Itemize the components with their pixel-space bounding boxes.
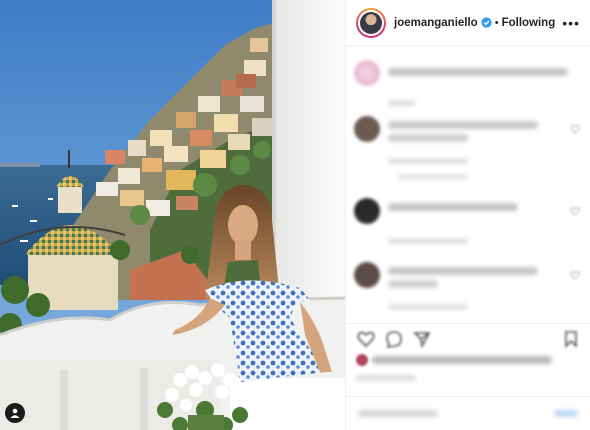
caption-comment [354, 60, 582, 110]
comment-text-blurred [388, 267, 538, 275]
post-header: joemanganiello • Following ••• [346, 0, 590, 46]
comment-like-icon[interactable] [570, 124, 580, 134]
author-username[interactable]: joemanganiello [394, 17, 478, 29]
following-button[interactable]: Following [502, 17, 556, 29]
comment-meta-blurred [388, 158, 468, 164]
user-tag-icon[interactable] [5, 403, 25, 423]
post-photo[interactable] [0, 0, 345, 430]
author-avatar[interactable] [356, 7, 386, 38]
more-options-icon[interactable]: ••• [562, 15, 580, 31]
header-separator: • [494, 16, 499, 29]
add-comment-bar[interactable] [346, 396, 590, 430]
comment-avatar[interactable] [354, 60, 380, 86]
comment-icon[interactable] [384, 329, 404, 349]
heart-icon[interactable] [356, 329, 376, 349]
add-comment-placeholder-blurred[interactable] [358, 410, 438, 417]
share-icon[interactable] [412, 329, 432, 349]
post-side-panel: joemanganiello • Following ••• [345, 0, 590, 430]
post-comment-button-blurred[interactable] [554, 410, 578, 417]
comment-text-blurred [388, 280, 438, 288]
comment-like-icon[interactable] [570, 270, 580, 280]
comment-text-blurred [388, 203, 518, 211]
comment-avatar[interactable] [354, 262, 380, 288]
comment-item [354, 116, 582, 180]
positano-photo [0, 0, 345, 430]
timestamp-blurred [356, 375, 416, 381]
comment-text-blurred [388, 68, 568, 76]
save-icon[interactable] [561, 329, 581, 349]
action-bar [346, 323, 590, 351]
comment-avatar[interactable] [354, 198, 380, 224]
comment-item [354, 262, 582, 326]
person-glyph [10, 408, 20, 418]
comment-meta-blurred [388, 100, 416, 106]
comment-avatar[interactable] [354, 116, 380, 142]
comment-item [354, 198, 582, 248]
liked-by-row[interactable] [356, 352, 586, 368]
comment-like-icon[interactable] [570, 206, 580, 216]
verified-badge-icon [481, 17, 492, 28]
comment-meta-blurred [388, 304, 468, 310]
instagram-post: joemanganiello • Following ••• [0, 0, 590, 430]
liked-by-text-blurred [372, 356, 552, 364]
post-timestamp [356, 373, 436, 383]
liker-avatar [356, 354, 368, 366]
comment-text-blurred [388, 121, 538, 129]
comment-meta-blurred [388, 238, 468, 244]
view-replies-blurred[interactable] [398, 174, 468, 180]
comment-text-blurred [388, 134, 468, 142]
